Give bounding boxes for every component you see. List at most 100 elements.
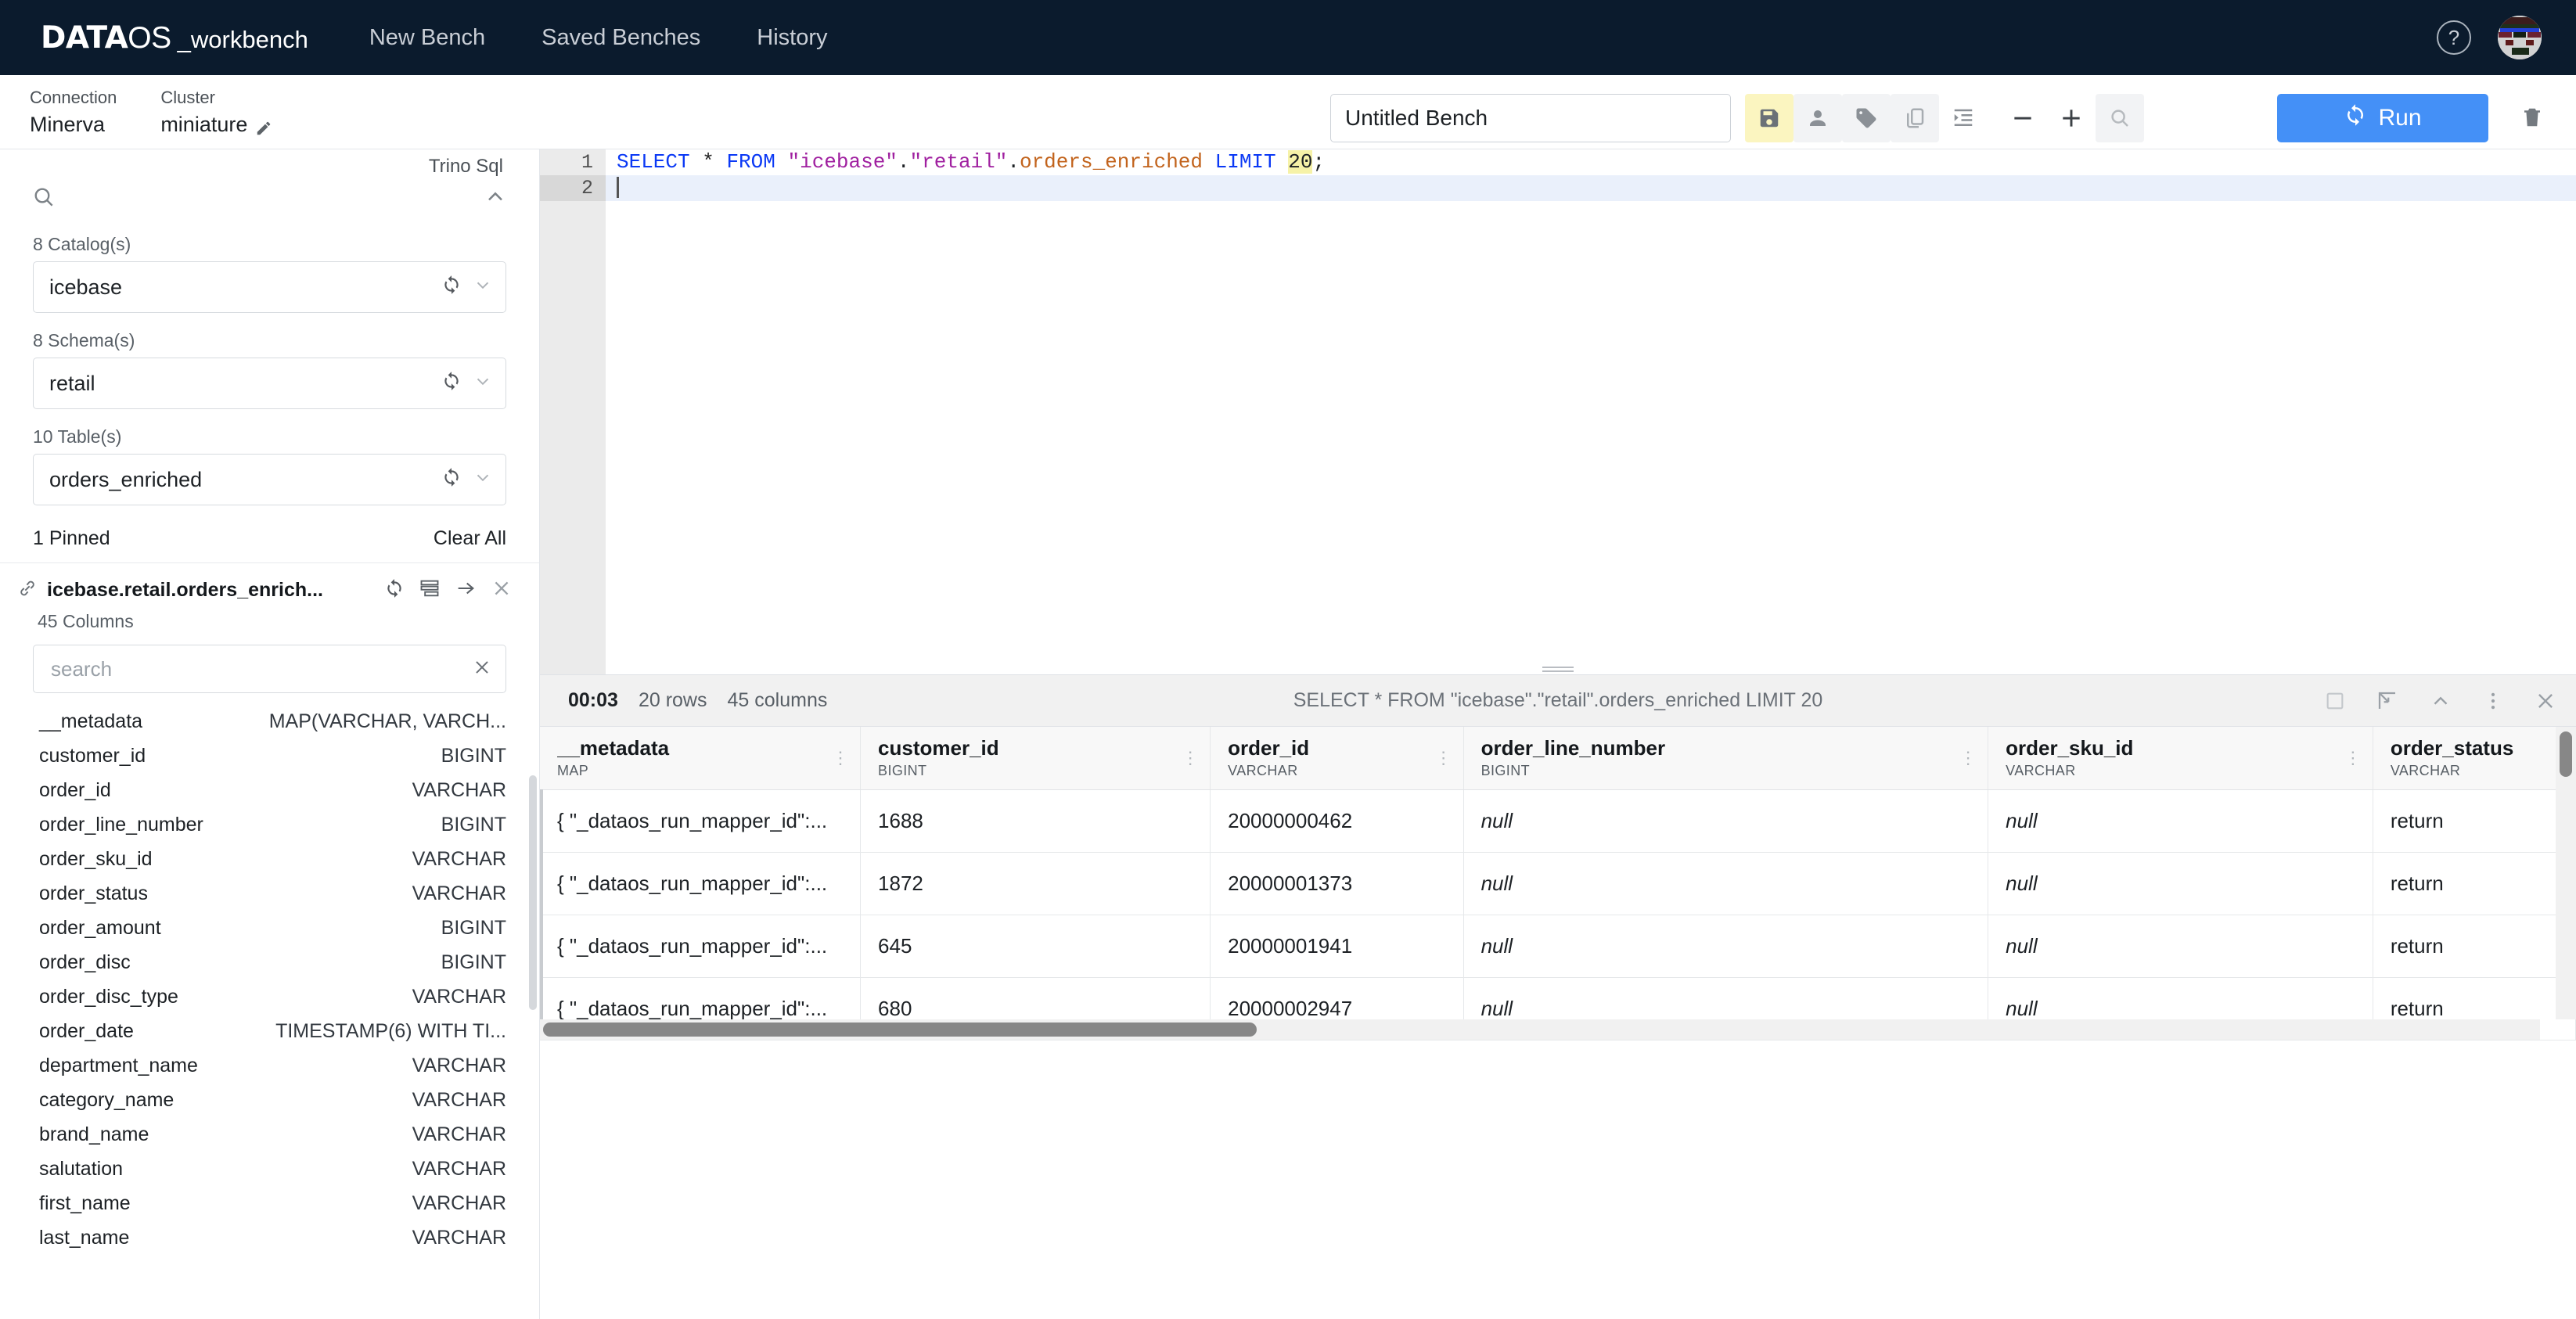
grid-column-menu-icon[interactable]: ⋮ bbox=[2344, 749, 2362, 766]
grid-column-menu-icon[interactable]: ⋮ bbox=[1959, 749, 1977, 766]
copy-button[interactable] bbox=[1891, 94, 1939, 142]
delete-bench-button[interactable] bbox=[2513, 99, 2551, 136]
grid-column-header[interactable]: order_sku_id VARCHAR ⋮ bbox=[1988, 727, 2373, 790]
grid-cell[interactable]: return bbox=[2373, 789, 2576, 853]
help-icon[interactable]: ? bbox=[2437, 20, 2471, 55]
schema-select[interactable]: retail bbox=[33, 358, 506, 409]
column-search-clear-icon[interactable] bbox=[472, 657, 492, 681]
column-list-item[interactable]: order_line_number BIGINT bbox=[0, 807, 539, 842]
column-list[interactable]: __metadata MAP(VARCHAR, VARCH... customer_… bbox=[0, 704, 539, 1319]
column-search-input[interactable] bbox=[33, 645, 506, 693]
grid-cell[interactable]: return bbox=[2373, 852, 2576, 915]
catalog-select[interactable]: icebase bbox=[33, 261, 506, 313]
avatar[interactable] bbox=[2498, 16, 2542, 59]
grid-cell[interactable]: return bbox=[2373, 915, 2576, 978]
pinned-close-icon[interactable] bbox=[491, 577, 513, 603]
grid-cell[interactable]: { "_dataos_run_mapper_id":... bbox=[540, 915, 862, 978]
grid-cell[interactable]: 645 bbox=[860, 915, 1211, 978]
code-line-empty[interactable] bbox=[606, 175, 2576, 201]
grid-cell[interactable]: null bbox=[1988, 915, 2373, 978]
column-list-item[interactable]: order_id VARCHAR bbox=[0, 773, 539, 807]
table-refresh-icon[interactable] bbox=[441, 467, 462, 493]
schema-refresh-icon[interactable] bbox=[441, 371, 462, 397]
grid-column-header[interactable]: order_id VARCHAR ⋮ bbox=[1210, 727, 1464, 790]
column-list-item[interactable]: order_date TIMESTAMP(6) WITH TI... bbox=[0, 1014, 539, 1048]
grid-cell[interactable]: { "_dataos_run_mapper_id":... bbox=[540, 789, 862, 853]
editor-code-area[interactable]: SELECT * FROM "icebase"."retail".orders_… bbox=[606, 149, 2576, 674]
column-list-item[interactable]: salutation VARCHAR bbox=[0, 1152, 539, 1186]
table-chevron-down-icon[interactable] bbox=[473, 467, 493, 493]
catalog-chevron-down-icon[interactable] bbox=[473, 275, 493, 300]
edit-pencil-icon[interactable] bbox=[255, 116, 272, 135]
grid-column-menu-icon[interactable]: ⋮ bbox=[1182, 749, 1199, 766]
table-row[interactable]: { "_dataos_run_mapper_id":... 1688 2000000… bbox=[540, 789, 2576, 853]
results-chevron-up-icon[interactable] bbox=[2429, 689, 2452, 713]
pinned-table-preview-icon[interactable] bbox=[419, 577, 441, 603]
results-vertical-scroll-thumb[interactable] bbox=[2560, 731, 2572, 777]
tag-button[interactable] bbox=[1842, 94, 1891, 142]
column-list-item[interactable]: department_name VARCHAR bbox=[0, 1048, 539, 1083]
nav-link-new-bench[interactable]: New Bench bbox=[369, 25, 485, 51]
zoom-in-button[interactable] bbox=[2047, 94, 2096, 142]
grid-cell[interactable]: null bbox=[1463, 915, 1989, 978]
results-select-all-checkbox[interactable] bbox=[2324, 690, 2346, 712]
table-row[interactable]: { "_dataos_run_mapper_id":... 645 20000001… bbox=[540, 915, 2576, 978]
sidebar-scrollbar-thumb[interactable] bbox=[529, 775, 537, 1010]
run-button[interactable]: Run bbox=[2277, 94, 2488, 142]
format-indent-button[interactable] bbox=[1939, 94, 1988, 142]
results-collapse-expand-icon[interactable] bbox=[2376, 689, 2399, 713]
results-grid[interactable]: __metadata MAP ⋮ customer_id BIGINT ⋮ order_id… bbox=[540, 727, 2576, 1040]
column-list-item[interactable]: __metadata MAP(VARCHAR, VARCH... bbox=[0, 704, 539, 739]
column-list-item[interactable]: category_name VARCHAR bbox=[0, 1083, 539, 1117]
grid-cell[interactable]: { "_dataos_run_mapper_id":... bbox=[540, 852, 862, 915]
nav-link-saved-benches[interactable]: Saved Benches bbox=[541, 25, 700, 51]
results-more-options-icon[interactable] bbox=[2482, 690, 2504, 712]
grid-cell[interactable]: 20000001941 bbox=[1210, 915, 1464, 978]
zoom-out-button[interactable] bbox=[1999, 94, 2047, 142]
column-list-item[interactable]: order_amount BIGINT bbox=[0, 911, 539, 945]
results-horizontal-scrollbar[interactable] bbox=[540, 1019, 2540, 1040]
grid-cell[interactable]: null bbox=[1988, 852, 2373, 915]
column-list-item[interactable]: order_status VARCHAR bbox=[0, 876, 539, 911]
grid-column-header[interactable]: order_status VARCHAR bbox=[2373, 727, 2576, 790]
nav-link-history[interactable]: History bbox=[757, 25, 827, 51]
grid-column-menu-icon[interactable]: ⋮ bbox=[1435, 749, 1452, 766]
pinned-refresh-icon[interactable] bbox=[384, 578, 405, 602]
save-button[interactable] bbox=[1745, 94, 1793, 142]
code-line[interactable]: SELECT * FROM "icebase"."retail".orders_… bbox=[606, 149, 2576, 175]
grid-column-menu-icon[interactable]: ⋮ bbox=[832, 749, 849, 766]
column-list-item[interactable]: first_name VARCHAR bbox=[0, 1186, 539, 1220]
search-in-query-button[interactable] bbox=[2096, 94, 2144, 142]
grid-cell[interactable]: 1688 bbox=[860, 789, 1211, 853]
results-vertical-scrollbar[interactable] bbox=[2556, 727, 2576, 1019]
column-list-item[interactable]: customer_id BIGINT bbox=[0, 739, 539, 773]
grid-column-header[interactable]: order_line_number BIGINT ⋮ bbox=[1463, 727, 1989, 790]
grid-cell[interactable]: 1872 bbox=[860, 852, 1211, 915]
grid-cell[interactable]: null bbox=[1463, 852, 1989, 915]
link-icon[interactable] bbox=[17, 578, 38, 602]
grid-cell[interactable]: null bbox=[1463, 789, 1989, 853]
grid-cell[interactable]: 20000000462 bbox=[1210, 789, 1464, 853]
grid-column-header[interactable]: __metadata MAP ⋮ bbox=[540, 727, 862, 790]
table-select[interactable]: orders_enriched bbox=[33, 454, 506, 505]
editor-results-splitter[interactable] bbox=[1542, 667, 1574, 673]
grid-cell[interactable]: null bbox=[1988, 789, 2373, 853]
column-list-item[interactable]: order_disc_type VARCHAR bbox=[0, 979, 539, 1014]
sidebar-collapse-icon[interactable] bbox=[483, 185, 508, 214]
app-logo[interactable]: DATA OS _workbench bbox=[41, 20, 308, 56]
column-list-item[interactable]: last_name VARCHAR bbox=[0, 1220, 539, 1255]
clear-all-button[interactable]: Clear All bbox=[434, 527, 506, 550]
share-user-button[interactable] bbox=[1793, 94, 1842, 142]
grid-column-header[interactable]: customer_id BIGINT ⋮ bbox=[860, 727, 1211, 790]
table-row[interactable]: { "_dataos_run_mapper_id":... 1872 2000000… bbox=[540, 852, 2576, 915]
pinned-table-name[interactable]: icebase.retail.orders_enrich... bbox=[47, 579, 323, 602]
catalog-refresh-icon[interactable] bbox=[441, 275, 462, 300]
results-horizontal-scroll-thumb[interactable] bbox=[543, 1022, 1257, 1037]
grid-cell[interactable]: 20000001373 bbox=[1210, 852, 1464, 915]
bench-name-input[interactable] bbox=[1330, 94, 1731, 142]
column-list-item[interactable]: order_disc BIGINT bbox=[0, 945, 539, 979]
schema-chevron-down-icon[interactable] bbox=[473, 371, 493, 397]
sidebar-search-icon[interactable] bbox=[31, 185, 56, 214]
pinned-open-arrow-icon[interactable] bbox=[455, 577, 477, 603]
results-close-icon[interactable] bbox=[2534, 689, 2557, 713]
